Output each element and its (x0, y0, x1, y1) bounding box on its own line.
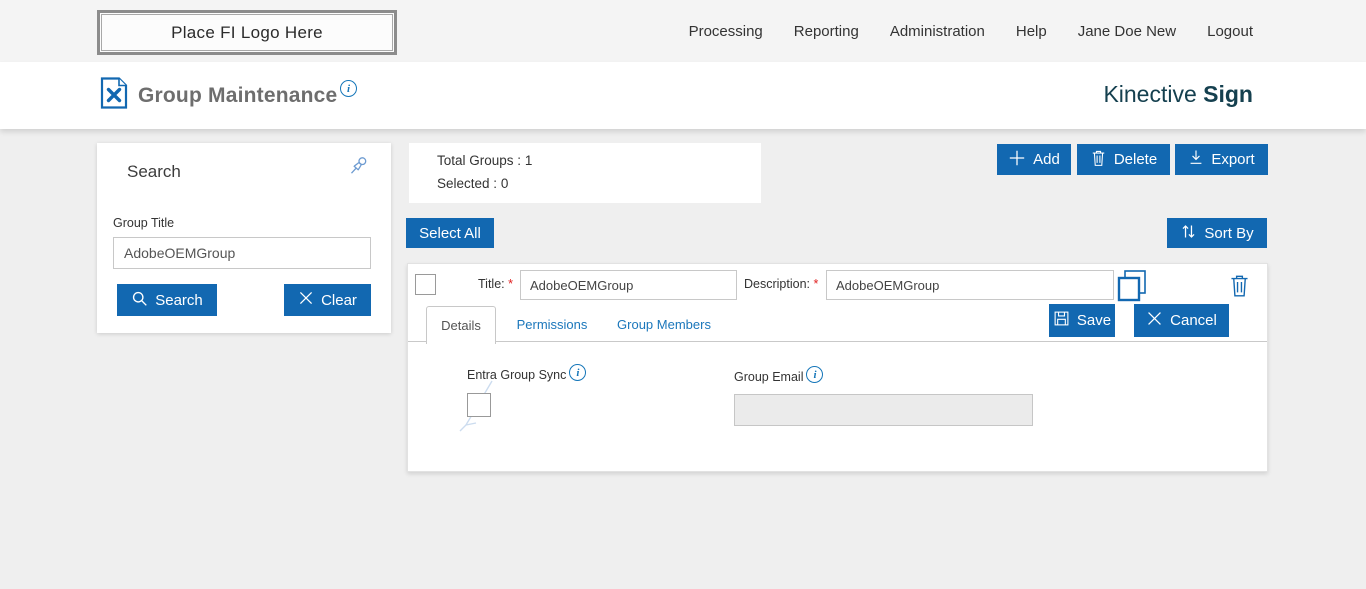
row-delete-icon[interactable] (1228, 272, 1251, 304)
group-title-label: Group Title (113, 216, 175, 230)
title-label-text: Title: (478, 277, 505, 291)
tab-permissions[interactable]: Permissions (507, 306, 597, 343)
plus-icon (1008, 149, 1026, 171)
top-navigation: Processing Reporting Administration Help… (689, 0, 1253, 62)
group-title-field[interactable] (520, 270, 737, 300)
title-required-marker: * (508, 277, 513, 291)
summary-box: Total Groups : 1 Selected : 0 (409, 143, 761, 203)
brand-name: Kinective (1103, 81, 1197, 107)
fi-logo-inner-frame: Place FI Logo Here (101, 14, 393, 51)
select-all-label: Select All (419, 224, 481, 242)
nav-help[interactable]: Help (1016, 23, 1047, 40)
sort-by-label: Sort By (1204, 224, 1254, 242)
total-groups-label: Total Groups : (437, 153, 522, 168)
entra-info-icon[interactable]: i (569, 364, 587, 381)
delete-button-label: Delete (1113, 151, 1158, 168)
group-row-panel: Title: * Description: * Details Permissi… (407, 263, 1268, 472)
page-title: Group Maintenance (138, 84, 338, 107)
export-button[interactable]: Export (1175, 144, 1268, 175)
select-all-button[interactable]: Select All (406, 218, 494, 248)
total-groups-value: 1 (524, 153, 533, 168)
search-button-label: Search (155, 291, 203, 309)
tab-details-label: Details (441, 318, 481, 333)
sort-by-button[interactable]: Sort By (1167, 218, 1267, 248)
group-title-input[interactable] (113, 237, 371, 269)
add-button-label: Add (1033, 151, 1060, 168)
cancel-button-label: Cancel (1170, 312, 1217, 329)
group-email-input (734, 394, 1033, 426)
delete-button[interactable]: Delete (1077, 144, 1170, 175)
entra-label-text: Entra Group Sync (467, 368, 567, 382)
cancel-button[interactable]: Cancel (1134, 304, 1229, 337)
tab-group-members-label: Group Members (617, 317, 711, 332)
tab-details[interactable]: Details (426, 306, 496, 344)
selected-line: Selected : 0 (437, 176, 508, 191)
total-groups-line: Total Groups : 1 (437, 153, 532, 168)
search-icon (131, 290, 148, 311)
tab-permissions-label: Permissions (516, 317, 588, 332)
group-email-info-icon[interactable]: i (806, 366, 824, 383)
search-panel: Search Group Title Search Clear (97, 143, 391, 333)
fi-logo-text: Place FI Logo Here (171, 22, 323, 42)
cancel-x-icon (1146, 310, 1163, 331)
description-field-label: Description: * (744, 277, 818, 291)
clear-button-label: Clear (321, 291, 357, 309)
nav-reporting[interactable]: Reporting (794, 23, 859, 40)
add-button[interactable]: Add (997, 144, 1071, 175)
clear-x-icon (298, 290, 314, 310)
pin-icon[interactable] (345, 153, 371, 184)
group-row-checkbox[interactable] (415, 274, 436, 295)
search-panel-title: Search (127, 162, 181, 181)
selected-label: Selected : (437, 176, 498, 191)
save-button[interactable]: Save (1049, 304, 1115, 337)
entra-group-sync-label: Entra Group Sync i (467, 364, 587, 382)
brand-logo: Kinective Sign (1103, 81, 1253, 108)
entra-group-sync-checkbox[interactable] (467, 393, 491, 417)
description-label-text: Description: (744, 277, 810, 291)
download-icon (1188, 149, 1204, 170)
group-email-label: Group Email i (734, 366, 824, 384)
nav-logout[interactable]: Logout (1207, 23, 1253, 40)
trash-icon (1090, 149, 1107, 171)
copy-group-icon[interactable] (1116, 269, 1148, 308)
group-description-field[interactable] (826, 270, 1114, 300)
brand-product: Sign (1203, 81, 1253, 107)
clear-button[interactable]: Clear (284, 284, 371, 316)
tab-group-members[interactable]: Group Members (608, 306, 720, 343)
selected-value: 0 (500, 176, 509, 191)
save-button-label: Save (1076, 312, 1112, 329)
nav-user-menu[interactable]: Jane Doe New (1078, 23, 1176, 40)
export-button-label: Export (1211, 151, 1255, 168)
nav-processing[interactable]: Processing (689, 23, 763, 40)
group-maintenance-icon (100, 77, 128, 114)
nav-administration[interactable]: Administration (890, 23, 985, 40)
top-bar: Place FI Logo Here Processing Reporting … (0, 0, 1366, 62)
page-header: Group Maintenance i Kinective Sign (0, 62, 1366, 129)
title-field-label: Title: * (478, 277, 513, 291)
sort-arrows-icon (1180, 223, 1197, 244)
description-required-marker: * (813, 277, 819, 291)
page-info-icon[interactable]: i (340, 80, 357, 97)
search-button[interactable]: Search (117, 284, 217, 316)
fi-logo-placeholder: Place FI Logo Here (97, 10, 397, 55)
group-email-label-text: Group Email (734, 370, 804, 384)
save-floppy-icon (1053, 310, 1070, 331)
